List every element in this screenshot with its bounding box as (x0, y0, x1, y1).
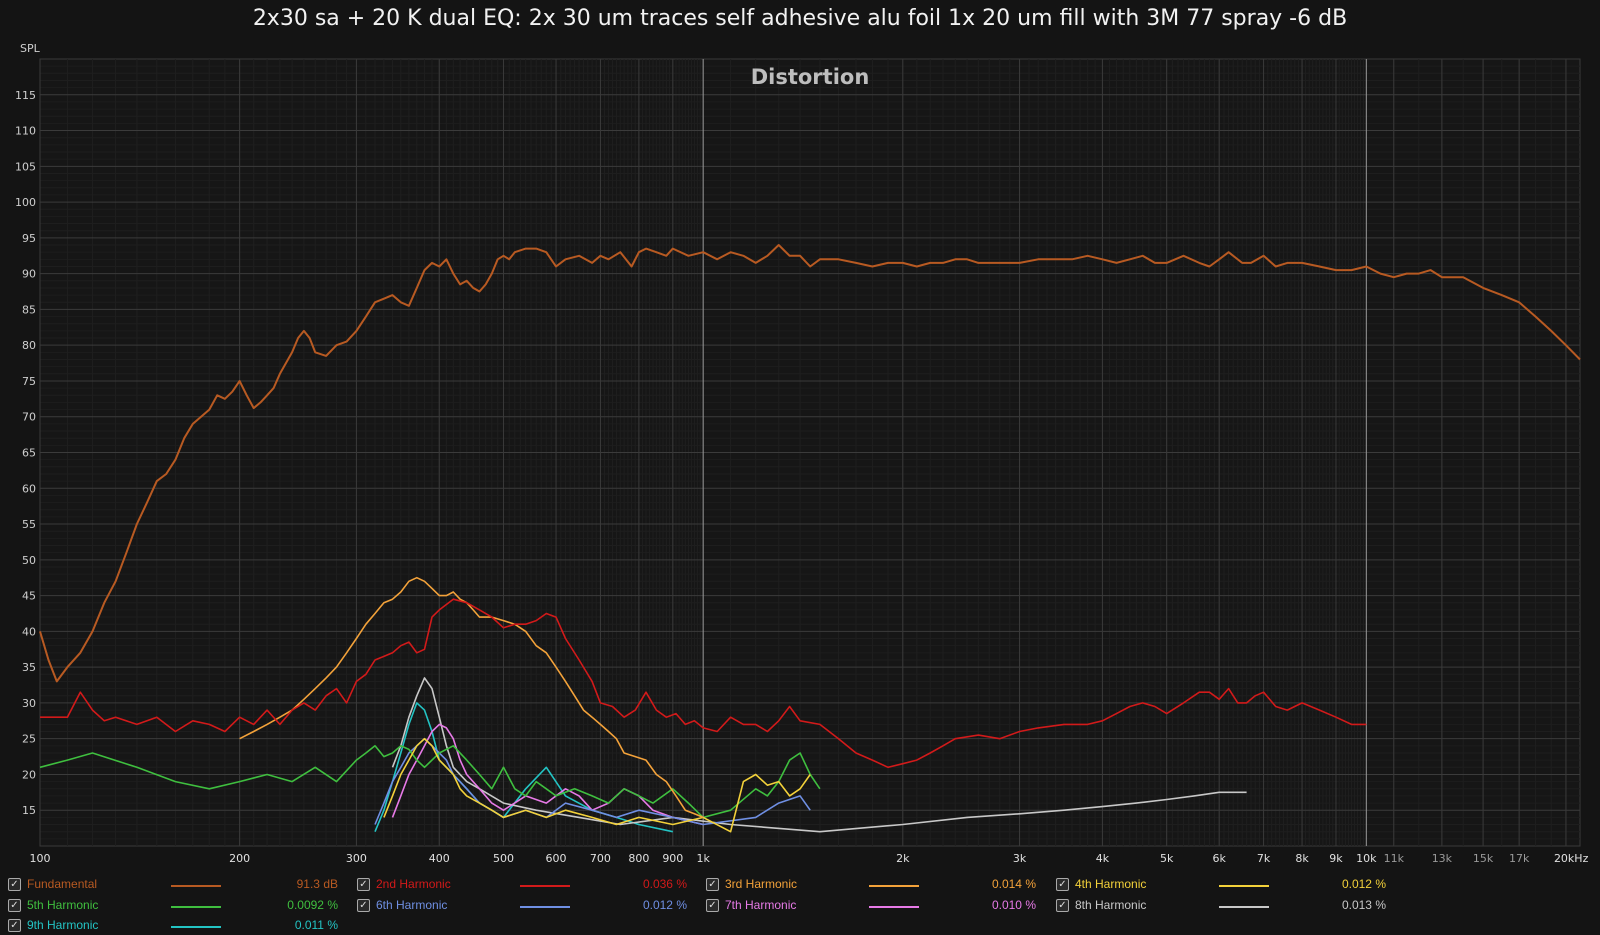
x-tick-label: 13k (1432, 852, 1453, 865)
legend-value: 0.010 % (991, 897, 1036, 912)
legend-value: 0.0092 % (287, 897, 338, 912)
chart-title: Distortion (751, 65, 870, 89)
legend-checkbox[interactable]: ✓ (706, 878, 719, 891)
y-tick-label: 95 (22, 232, 36, 245)
legend-swatch (520, 885, 570, 887)
y-tick-label: 115 (15, 89, 36, 102)
y-tick-label: 60 (22, 482, 36, 495)
x-tick-label: 11k (1384, 852, 1405, 865)
y-tick-label: 40 (22, 625, 36, 638)
y-axis: 15 20 25 30 35 40 45 50 55 60 65 70 75 80 85 90 95 100 105… (15, 89, 36, 817)
x-tick-label: 600 (546, 852, 567, 865)
y-tick-label: 55 (22, 518, 36, 531)
x-tick-label: 2k (896, 852, 910, 865)
legend-item-8th-harmonic: ✓ 8th Harmonic 0.013 % (1056, 897, 1401, 915)
legend-label: 7th Harmonic (725, 897, 797, 912)
legend-item-3rd-harmonic: ✓ 3rd Harmonic 0.014 % (706, 876, 1051, 894)
x-tick-label: 6k (1213, 852, 1227, 865)
y-axis-label: SPL (20, 42, 41, 55)
y-tick-label: 20 (22, 768, 36, 781)
legend-swatch (869, 885, 919, 887)
x-axis: 100 200 300 400 500 600 700 800 900 1k 2k 3k 4k 5k 6k 7… (30, 852, 1589, 865)
y-tick-label: 105 (15, 160, 36, 173)
legend-item-2nd-harmonic: ✓ 2nd Harmonic 0.036 % (357, 876, 702, 894)
legend-label: 8th Harmonic (1075, 897, 1147, 912)
x-tick-label: 5k (1160, 852, 1174, 865)
legend-value: 0.012 % (642, 897, 687, 912)
legend-label: 3rd Harmonic (725, 877, 798, 891)
x-tick-label: 900 (662, 852, 683, 865)
legend-checkbox[interactable]: ✓ (1056, 878, 1069, 891)
legend-item-7th-harmonic: ✓ 7th Harmonic 0.010 % (706, 897, 1051, 915)
legend-item-9th-harmonic: ✓ 9th Harmonic 0.011 % (8, 917, 353, 935)
y-tick-label: 65 (22, 447, 36, 460)
legend-swatch (171, 905, 221, 908)
x-tick-label: 4k (1096, 852, 1110, 865)
legend-checkbox[interactable]: ✓ (357, 898, 370, 912)
legend-swatch (171, 885, 221, 887)
y-tick-label: 90 (22, 268, 36, 281)
x-tick-label: 10k (1356, 852, 1377, 865)
legend-swatch (869, 905, 919, 908)
y-tick-label: 35 (22, 661, 36, 674)
legend-value: 91.3 dB (296, 877, 338, 891)
legend-checkbox[interactable]: ✓ (1056, 898, 1069, 912)
x-tick-label: 300 (346, 852, 367, 865)
y-tick-label: 80 (22, 339, 36, 352)
y-tick-label: 100 (15, 196, 36, 209)
legend-checkbox[interactable]: ✓ (8, 878, 21, 891)
legend-checkbox[interactable]: ✓ (706, 898, 719, 912)
legend-swatch (1219, 905, 1269, 908)
y-tick-label: 70 (22, 411, 36, 424)
legend-label: 6th Harmonic (376, 897, 448, 912)
legend-value: 0.036 % (642, 877, 687, 891)
legend-label: Fundamental (27, 877, 98, 891)
x-tick-label: 9k (1329, 852, 1343, 865)
x-tick-label: 400 (429, 852, 450, 865)
x-tick-label: 500 (493, 852, 514, 865)
legend-value: 0.014 % (991, 877, 1036, 891)
legend-label: 4th Harmonic (1075, 877, 1147, 891)
legend-item-5th-harmonic: ✓ 5th Harmonic 0.0092 % (8, 897, 353, 915)
legend-swatch (520, 905, 570, 908)
x-tick-label: 200 (229, 852, 250, 865)
legend-checkbox[interactable]: ✓ (357, 878, 370, 891)
x-tick-label: 8k (1295, 852, 1309, 865)
x-tick-label: 7k (1257, 852, 1271, 865)
legend-swatch (171, 926, 221, 928)
legend-label: 9th Harmonic (27, 918, 99, 932)
legend-swatch (1219, 885, 1269, 887)
x-tick-label: 100 (30, 852, 51, 865)
legend-item-4th-harmonic: ✓ 4th Harmonic 0.012 % (1056, 876, 1401, 894)
distortion-chart: 15 20 25 30 35 40 45 50 55 60 65 70 75 80 85 90 95 100 105… (15, 42, 1589, 865)
y-tick-label: 50 (22, 554, 36, 567)
legend: ✓ Fundamental 91.3 dB ✓ 2nd Harmonic 0.036 % ✓… (0, 870, 1600, 935)
legend-item-6th-harmonic: ✓ 6th Harmonic 0.012 % (357, 897, 702, 915)
y-tick-label: 15 (22, 804, 36, 817)
y-tick-label: 110 (15, 125, 36, 138)
y-tick-label: 85 (22, 303, 36, 316)
x-tick-label: 700 (590, 852, 611, 865)
legend-label: 5th Harmonic (27, 897, 99, 912)
x-tick-label: 800 (628, 852, 649, 865)
x-tick-label: 1k (696, 852, 710, 865)
legend-value: 0.013 % (1341, 897, 1386, 912)
legend-checkbox[interactable]: ✓ (8, 898, 21, 912)
legend-label: 2nd Harmonic (376, 877, 451, 891)
legend-checkbox[interactable]: ✓ (8, 919, 21, 932)
legend-value: 0.011 % (294, 918, 338, 932)
y-tick-label: 75 (22, 375, 36, 388)
y-tick-label: 30 (22, 697, 36, 710)
y-tick-label: 25 (22, 733, 36, 746)
x-tick-label: 3k (1013, 852, 1027, 865)
x-tick-label: 17k (1509, 852, 1530, 865)
legend-value: 0.012 % (1341, 877, 1386, 891)
legend-item-fundamental: ✓ Fundamental 91.3 dB (8, 876, 353, 894)
x-tick-label: 20kHz (1554, 852, 1589, 865)
x-tick-label: 15k (1473, 852, 1494, 865)
y-tick-label: 45 (22, 590, 36, 603)
